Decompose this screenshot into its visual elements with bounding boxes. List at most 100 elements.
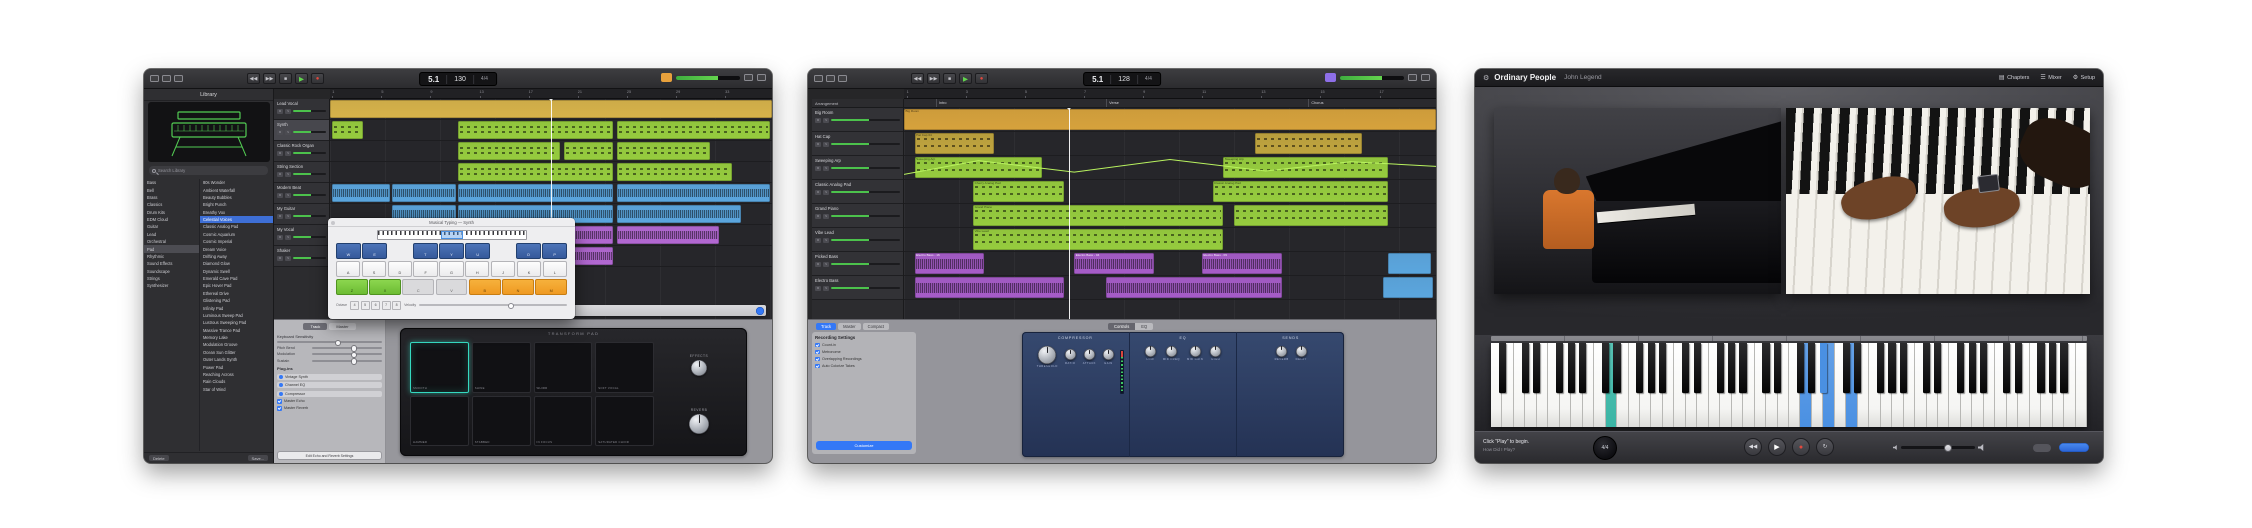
- typing-key-white[interactable]: S: [362, 261, 386, 277]
- typing-key-modifier[interactable]: X: [369, 279, 401, 295]
- library-toggle-icon[interactable]: [814, 75, 823, 82]
- reverb-knob[interactable]: [689, 414, 709, 434]
- solo-button[interactable]: S: [285, 256, 291, 261]
- typing-key-modifier[interactable]: C: [402, 279, 434, 295]
- library-category-item[interactable]: Lead: [144, 231, 199, 238]
- piano-black-key[interactable]: [1568, 343, 1575, 393]
- track-header[interactable]: SynthMS: [274, 120, 329, 141]
- mute-button[interactable]: M: [277, 172, 283, 177]
- track-header[interactable]: Vibe LeadMS: [812, 228, 903, 252]
- library-category-item[interactable]: Strings: [144, 275, 199, 282]
- typing-key-white[interactable]: J: [491, 261, 515, 277]
- region-audio[interactable]: [573, 226, 613, 244]
- transform-pad-cell[interactable]: WHIRR: [534, 342, 593, 393]
- typing-key-black[interactable]: T: [413, 243, 438, 259]
- solo-button[interactable]: S: [823, 214, 829, 219]
- piano-black-key[interactable]: [1648, 343, 1655, 393]
- solo-button[interactable]: S: [285, 214, 291, 219]
- library-category-item[interactable]: Bass: [144, 179, 199, 186]
- typing-key-black[interactable]: U: [465, 243, 490, 259]
- library-category-item[interactable]: Rhythmic: [144, 253, 199, 260]
- tab-compact[interactable]: Compact: [863, 323, 889, 330]
- mid-freq-knob[interactable]: [1166, 346, 1177, 357]
- typing-key-black[interactable]: Y: [439, 243, 464, 259]
- mixer-icon[interactable]: [1421, 74, 1430, 81]
- checkbox-checked-icon[interactable]: [815, 343, 820, 348]
- region-midi[interactable]: [1234, 205, 1388, 226]
- mute-button[interactable]: M: [815, 286, 821, 291]
- region-flat[interactable]: [1383, 277, 1434, 298]
- transform-pad-cell[interactable]: HAMMER: [410, 396, 469, 447]
- typing-key-modifier[interactable]: B: [469, 279, 501, 295]
- octave-number-key[interactable]: 4: [350, 301, 359, 310]
- library-patch-item[interactable]: Dynamic Swell: [200, 268, 273, 275]
- region-midi[interactable]: [458, 121, 613, 139]
- view-toggle-controls[interactable]: Controls: [1108, 323, 1135, 330]
- solo-button[interactable]: S: [285, 130, 291, 135]
- master-volume-slider[interactable]: [676, 76, 740, 80]
- checkbox-row[interactable]: Master Reverb: [277, 406, 382, 411]
- track-header[interactable]: String SectionMS: [274, 162, 329, 183]
- track-header[interactable]: Electro BassMS: [812, 276, 903, 300]
- octave-strip[interactable]: [377, 230, 527, 240]
- region-audio[interactable]: Electro Bass - 16: [915, 253, 984, 274]
- typing-key-black[interactable]: P: [542, 243, 567, 259]
- piano-black-key[interactable]: [1843, 343, 1850, 393]
- piano-black-key[interactable]: [1820, 343, 1827, 393]
- piano-black-key[interactable]: [2003, 343, 2010, 393]
- mute-button[interactable]: M: [815, 190, 821, 195]
- checkbox-checked-icon[interactable]: [277, 399, 282, 404]
- attack-knob[interactable]: [1084, 349, 1095, 360]
- edit-echo-reverb-button[interactable]: Edit Echo and Reverb Settings: [277, 451, 382, 460]
- region-midi[interactable]: [617, 163, 732, 181]
- library-search-field[interactable]: Search Library: [149, 166, 268, 175]
- video-closeup-hands[interactable]: [1786, 108, 2090, 294]
- solo-button[interactable]: S: [285, 172, 291, 177]
- solo-button[interactable]: S: [285, 109, 291, 114]
- typing-key-white[interactable]: A: [336, 261, 360, 277]
- library-patch-item[interactable]: Celestial Voices: [200, 216, 273, 223]
- save-patch-button[interactable]: Save...: [248, 455, 268, 461]
- musical-typing-titlebar[interactable]: Musical Typing — Synth: [328, 218, 575, 227]
- library-patch-item[interactable]: Lustrous Sweeping Pad: [200, 319, 273, 326]
- typing-key-modifier[interactable]: N: [502, 279, 534, 295]
- master-volume-slider[interactable]: [1340, 76, 1404, 80]
- plugin-slot[interactable]: Compressor: [277, 391, 382, 397]
- library-patch-item[interactable]: Ambient Waterfall: [200, 186, 273, 193]
- piano-black-key[interactable]: [1636, 343, 1643, 393]
- setting-row[interactable]: Auto Colorize Takes: [815, 364, 913, 369]
- setting-row[interactable]: Metronome: [815, 350, 913, 355]
- solo-button[interactable]: S: [823, 118, 829, 123]
- bar-ruler[interactable]: 1357911131517: [904, 89, 1436, 99]
- piano-black-key[interactable]: [1888, 343, 1895, 393]
- typing-key-white[interactable]: G: [439, 261, 463, 277]
- library-category-item[interactable]: Orchestral: [144, 238, 199, 245]
- count-in-badge[interactable]: [1325, 73, 1336, 82]
- velocity-slider[interactable]: [419, 304, 567, 306]
- track-header[interactable]: My GuitarMS: [274, 204, 329, 225]
- octave-number-key[interactable]: 7: [382, 301, 391, 310]
- library-patch-item[interactable]: Luminous Sweep Pad: [200, 312, 273, 319]
- piano-black-key[interactable]: [1934, 343, 1941, 393]
- solo-button[interactable]: S: [823, 238, 829, 243]
- library-patch-item[interactable]: Reaching Across: [200, 371, 273, 378]
- piano-black-key[interactable]: [1923, 343, 1930, 393]
- topbar-button-chapters[interactable]: ▤Chapters: [1999, 74, 2030, 81]
- library-patch-item[interactable]: Dream Voice: [200, 245, 273, 252]
- volume-slider[interactable]: [1901, 446, 1975, 449]
- checkbox-checked-icon[interactable]: [815, 350, 820, 355]
- param-slider[interactable]: [312, 347, 382, 349]
- region-midi[interactable]: Vibe Lead: [973, 229, 1223, 250]
- region-midi[interactable]: Classic Analog Pad: [1213, 181, 1389, 202]
- mute-button[interactable]: M: [815, 118, 821, 123]
- library-patch-item[interactable]: Modulation Groove: [200, 341, 273, 348]
- stop-button[interactable]: ■: [943, 73, 956, 84]
- typing-key-white[interactable]: L: [543, 261, 567, 277]
- region-flat[interactable]: Big Room: [904, 109, 1436, 130]
- mute-button[interactable]: M: [815, 214, 821, 219]
- mixer-icon[interactable]: [757, 74, 766, 81]
- plugin-slot[interactable]: Vintage Synth: [277, 374, 382, 380]
- region-audio[interactable]: Electro Bass - 09: [1202, 253, 1282, 274]
- forward-button[interactable]: ▶▶: [927, 73, 940, 84]
- play-button[interactable]: ▶: [1768, 438, 1786, 456]
